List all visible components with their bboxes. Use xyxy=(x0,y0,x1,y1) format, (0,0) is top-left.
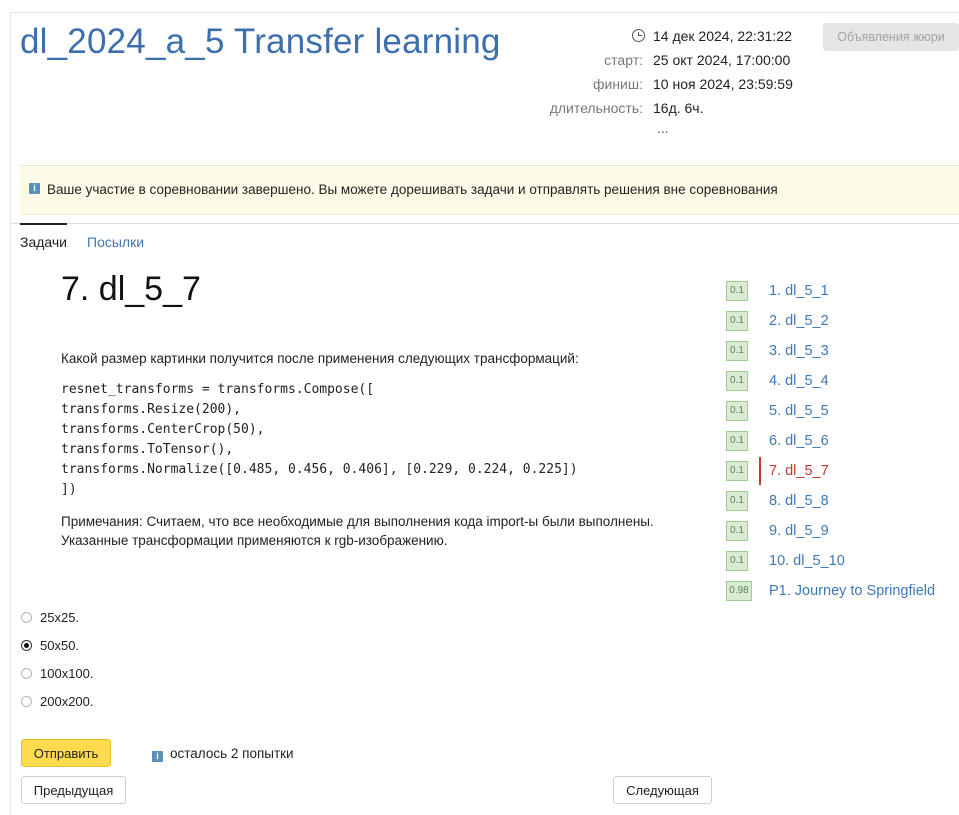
banner-text: Ваше участие в соревновании завершено. В… xyxy=(47,182,778,197)
start-time: 25 окт 2024, 17:00:00 xyxy=(653,52,791,68)
problem-link[interactable]: 6. dl_5_6 xyxy=(769,432,829,450)
next-button[interactable]: Следующая xyxy=(613,776,712,804)
problem-link[interactable]: 3. dl_5_3 xyxy=(769,342,829,360)
problem-question: Какой размер картинки получится после пр… xyxy=(61,351,579,366)
submit-button[interactable]: Отправить xyxy=(21,739,111,767)
tab-submissions[interactable]: Посылки xyxy=(87,233,144,251)
current-time: 14 дек 2024, 22:31:22 xyxy=(653,28,792,44)
problem-link[interactable]: 1. dl_5_1 xyxy=(769,282,829,300)
score-badge: 0.1 xyxy=(726,491,748,511)
start-label: старт: xyxy=(604,52,643,68)
contest-title: dl_2024_a_5 Transfer learning xyxy=(20,22,501,61)
answer-option-label: 200x200. xyxy=(40,694,94,709)
score-badge: 0.1 xyxy=(726,431,748,451)
finish-time: 10 ноя 2024, 23:59:59 xyxy=(653,76,793,92)
problem-link[interactable]: 4. dl_5_4 xyxy=(769,372,829,390)
score-badge: 0.1 xyxy=(726,551,748,571)
tabs-divider xyxy=(10,223,959,224)
info-icon: i xyxy=(152,751,163,762)
problem-title: 7. dl_5_7 xyxy=(61,270,201,308)
radio-button-checked[interactable] xyxy=(21,640,32,651)
more-ellipsis[interactable]: ... xyxy=(657,119,669,137)
problem-link[interactable]: 8. dl_5_8 xyxy=(769,492,829,510)
radio-button[interactable] xyxy=(21,668,32,679)
problem-link[interactable]: P1. Journey to Springfield xyxy=(769,582,935,600)
problem-link[interactable]: 7. dl_5_7 xyxy=(769,462,829,480)
problem-link[interactable]: 9. dl_5_9 xyxy=(769,522,829,540)
problem-link[interactable]: 10. dl_5_10 xyxy=(769,552,845,570)
previous-button[interactable]: Предыдущая xyxy=(21,776,126,804)
radio-button[interactable] xyxy=(21,696,32,707)
attempts-remaining: i осталось 2 попытки xyxy=(152,746,294,762)
duration-value: 16д. 6ч. xyxy=(653,100,704,116)
current-marker xyxy=(759,457,761,485)
answer-option-label: 25x25. xyxy=(40,610,80,625)
tab-problems[interactable]: Задачи xyxy=(20,223,68,251)
problem-link[interactable]: 5. dl_5_5 xyxy=(769,402,829,420)
note-line-2: Указанные трансформации применяются к rg… xyxy=(61,533,448,548)
score-badge: 0.98 xyxy=(726,581,752,601)
problem-link[interactable]: 2. dl_5_2 xyxy=(769,312,829,330)
problem-note: Примечания: Считаем, что все необходимые… xyxy=(61,512,654,550)
info-icon: i xyxy=(29,183,40,194)
duration-label: длительность: xyxy=(549,100,643,116)
attempts-text: осталось 2 попытки xyxy=(170,746,294,761)
answer-option-label: 100x100. xyxy=(40,666,94,681)
participation-ended-banner: i Ваше участие в соревновании завершено.… xyxy=(20,165,959,215)
score-badge: 0.1 xyxy=(726,281,748,301)
code-block: resnet_transforms = transforms.Compose([… xyxy=(61,382,578,497)
score-badge: 0.1 xyxy=(726,371,748,391)
score-badge: 0.1 xyxy=(726,521,748,541)
note-line-1: Примечания: Считаем, что все необходимые… xyxy=(61,514,654,529)
score-badge: 0.1 xyxy=(726,461,748,481)
score-badge: 0.1 xyxy=(726,311,748,331)
score-badge: 0.1 xyxy=(726,341,748,361)
radio-button[interactable] xyxy=(21,612,32,623)
score-badge: 0.1 xyxy=(726,401,748,421)
finish-label: финиш: xyxy=(592,76,643,92)
jury-announcements-button[interactable]: Объявления жюри xyxy=(823,23,959,51)
answer-option-label: 50x50. xyxy=(40,638,80,653)
